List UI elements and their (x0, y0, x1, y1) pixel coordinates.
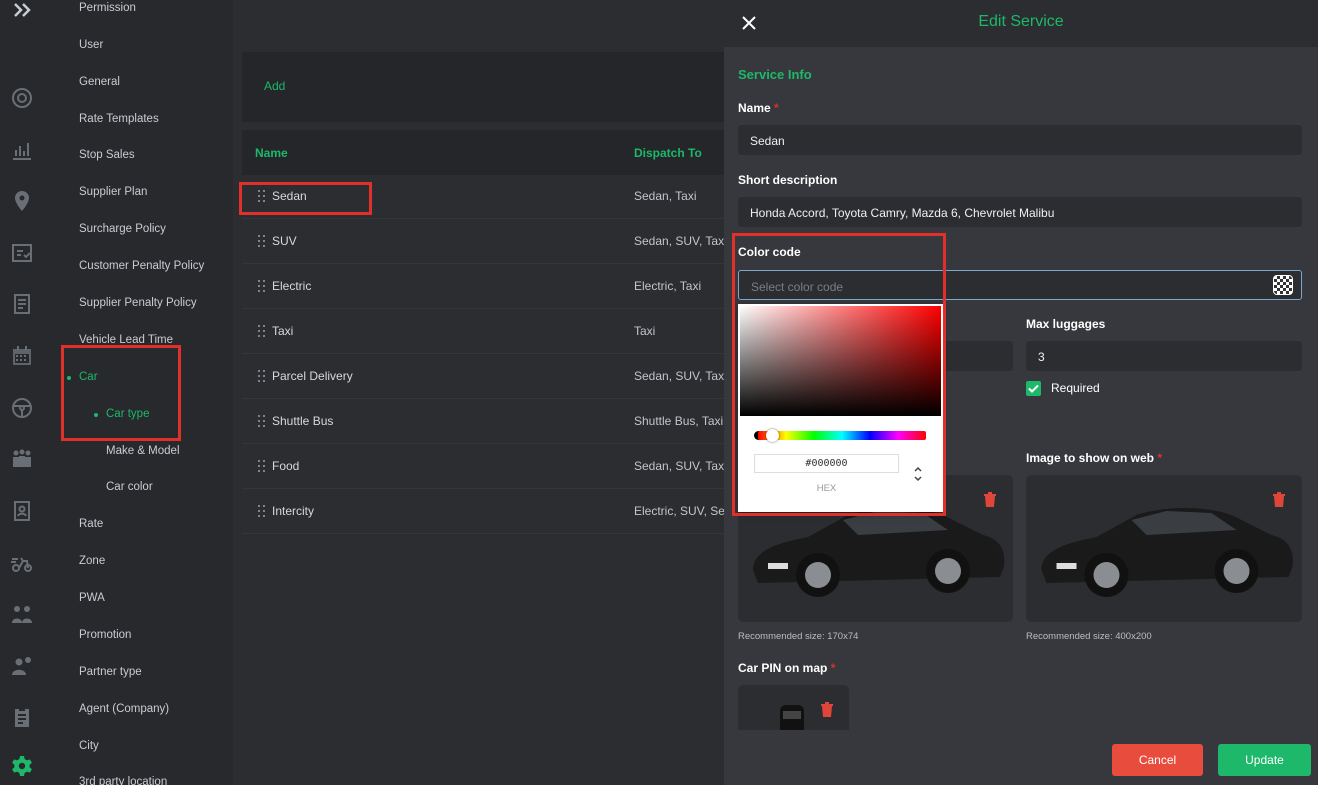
row-dispatch: Sedan, SUV, Taxi (634, 234, 724, 248)
delete-image-icon[interactable] (1272, 491, 1286, 507)
menu-item-zone[interactable]: Zone (79, 555, 105, 567)
icon-rail (0, 0, 44, 785)
menu-item-general[interactable]: General (79, 76, 120, 88)
row-name: Food (272, 459, 300, 473)
section-title: Service Info (738, 67, 812, 82)
column-header-name[interactable]: Name (255, 146, 288, 160)
gear-icon[interactable] (10, 754, 34, 778)
name-label: Name * (738, 101, 779, 115)
name-input[interactable]: Sedan (738, 125, 1302, 155)
row-name: Electric (272, 279, 312, 293)
group-icon[interactable] (10, 447, 34, 471)
menu-item-supplier-plan[interactable]: Supplier Plan (79, 186, 147, 198)
car-pin-image-box[interactable] (738, 685, 849, 730)
drag-handle-icon[interactable] (258, 505, 266, 517)
row-dispatch: Electric, Taxi (634, 279, 702, 293)
highlight-box (61, 345, 181, 441)
car-type-list: Add Name Dispatch To Sedan Sedan, Taxi S… (233, 0, 724, 785)
column-header-dispatch[interactable]: Dispatch To (634, 146, 702, 160)
menu-item-partner-type[interactable]: Partner type (79, 666, 142, 678)
menu-item-rate-templates[interactable]: Rate Templates (79, 113, 159, 125)
toolbar: Add (242, 52, 724, 122)
recommended-size-app: Recommended size: 170x74 (738, 631, 859, 642)
chart-icon[interactable] (10, 138, 34, 162)
table-row[interactable]: Electric Electric, Taxi (242, 265, 724, 309)
table-row[interactable]: Parcel Delivery Sedan, SUV, Taxi, (242, 355, 724, 399)
short-description-label: Short description (738, 173, 838, 187)
drag-handle-icon[interactable] (258, 460, 266, 472)
people-location-icon[interactable] (10, 602, 34, 626)
menu-item-make-model[interactable]: Make & Model (106, 445, 180, 457)
document-icon[interactable] (10, 292, 34, 316)
menu-item-surcharge-policy[interactable]: Surcharge Policy (79, 223, 166, 235)
row-name: Parcel Delivery (272, 369, 353, 383)
drag-handle-icon[interactable] (258, 415, 266, 427)
recommended-size-web: Recommended size: 400x200 (1026, 631, 1152, 642)
cancel-button[interactable]: Cancel (1112, 744, 1203, 776)
location-pin-icon[interactable] (10, 189, 34, 213)
max-luggages-label: Max luggages (1026, 317, 1106, 331)
table-row[interactable]: Intercity Electric, SUV, Sed (242, 490, 724, 534)
row-dispatch: Electric, SUV, Sed (634, 504, 724, 518)
highlight-box (732, 233, 946, 516)
delivery-bike-icon[interactable] (10, 551, 34, 575)
row-name: SUV (272, 234, 297, 248)
row-name: Shuttle Bus (272, 414, 334, 428)
drawer-title: Edit Service (978, 13, 1064, 30)
drag-handle-icon[interactable] (258, 325, 266, 337)
row-dispatch: Shuttle Bus, Taxi (634, 414, 724, 428)
contact-card-icon[interactable] (10, 499, 34, 523)
drawer-header: Edit Service (724, 0, 1318, 47)
hidden-field-input[interactable] (943, 341, 1013, 371)
menu-item-city[interactable]: City (79, 740, 99, 752)
checklist-icon[interactable] (10, 241, 34, 265)
web-image-box[interactable] (1026, 475, 1302, 622)
table-row[interactable]: SUV Sedan, SUV, Taxi (242, 220, 724, 264)
drag-handle-icon[interactable] (258, 280, 266, 292)
user-settings-icon[interactable] (10, 654, 34, 678)
table-row[interactable]: Shuttle Bus Shuttle Bus, Taxi (242, 400, 724, 444)
short-description-input[interactable]: Honda Accord, Toyota Camry, Mazda 6, Che… (738, 197, 1302, 227)
menu-item-rate[interactable]: Rate (79, 518, 103, 530)
plus-circle-icon[interactable] (10, 86, 34, 110)
expand-icon[interactable] (10, 0, 34, 22)
drag-handle-icon[interactable] (258, 235, 266, 247)
table-row[interactable]: Food Sedan, SUV, Taxi, (242, 445, 724, 489)
highlight-box (239, 182, 372, 215)
color-swatch-icon[interactable] (1273, 275, 1293, 295)
menu-item-permission[interactable]: Permission (79, 2, 136, 14)
row-dispatch: Sedan, SUV, Taxi, (634, 459, 724, 473)
row-name: Taxi (272, 324, 294, 338)
menu-item-supplier-penalty-policy[interactable]: Supplier Penalty Policy (79, 297, 197, 309)
required-checkbox[interactable] (1026, 381, 1041, 396)
required-label: Required (1051, 381, 1100, 395)
menu-item-agent-company[interactable]: Agent (Company) (79, 703, 169, 715)
menu-item-customer-penalty-policy[interactable]: Customer Penalty Policy (79, 260, 204, 272)
menu-item-3rd-party-location[interactable]: 3rd party location (79, 776, 167, 785)
row-name: Intercity (272, 504, 315, 518)
table-row[interactable]: Taxi Taxi (242, 310, 724, 354)
max-luggages-input[interactable]: 3 (1026, 341, 1302, 371)
delete-image-icon[interactable] (983, 491, 997, 507)
car-image (1041, 508, 1293, 597)
calendar-icon[interactable] (10, 344, 34, 368)
update-button[interactable]: Update (1218, 744, 1311, 776)
menu-item-user[interactable]: User (79, 39, 103, 51)
steering-wheel-icon[interactable] (10, 396, 34, 420)
menu-item-pwa[interactable]: PWA (79, 592, 105, 604)
menu-item-stop-sales[interactable]: Stop Sales (79, 149, 135, 161)
menu-item-promotion[interactable]: Promotion (79, 629, 131, 641)
row-dispatch: Sedan, Taxi (634, 189, 697, 203)
menu-item-car-color[interactable]: Car color (106, 481, 153, 493)
row-dispatch: Taxi (634, 324, 656, 338)
row-dispatch: Sedan, SUV, Taxi, (634, 369, 724, 383)
add-button[interactable]: Add (264, 79, 285, 93)
car-pin-label: Car PIN on map * (738, 661, 836, 675)
image-web-label: Image to show on web * (1026, 451, 1163, 465)
table-header: Name Dispatch To (242, 130, 724, 175)
delete-image-icon[interactable] (820, 701, 834, 717)
drag-handle-icon[interactable] (258, 370, 266, 382)
clipboard-icon[interactable] (10, 705, 34, 729)
